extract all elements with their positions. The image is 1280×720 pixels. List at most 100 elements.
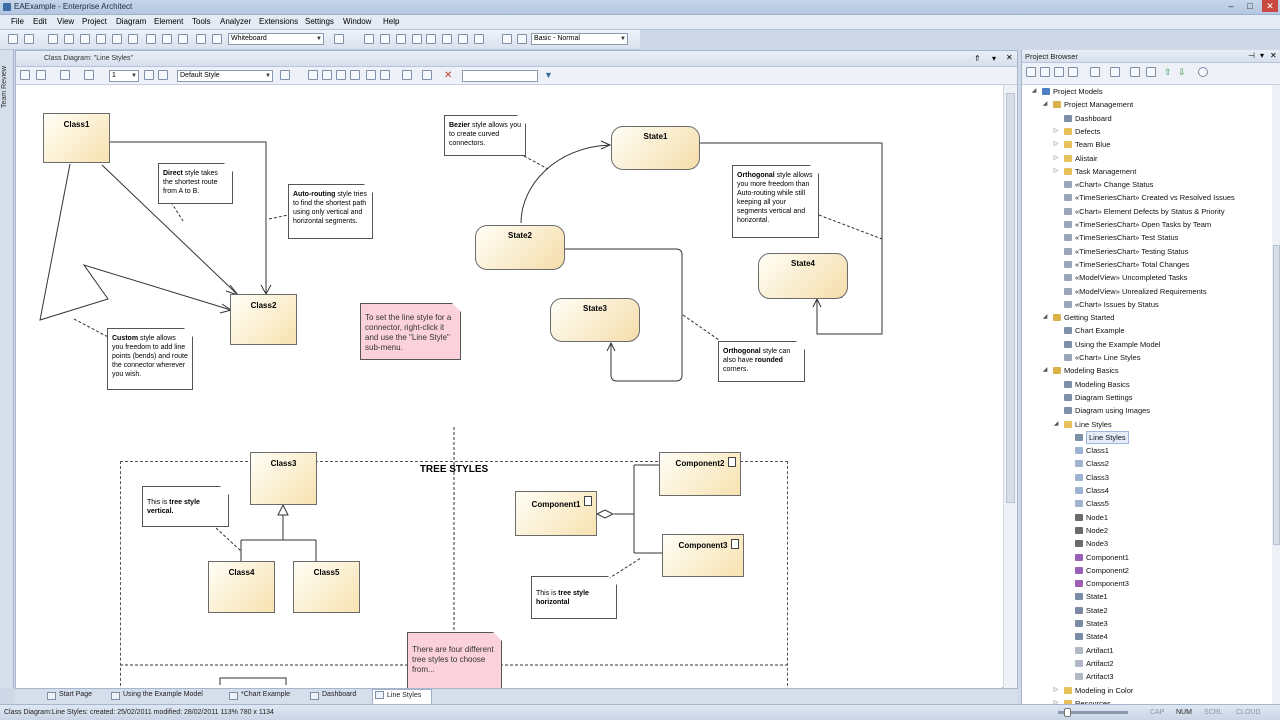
paste-icon[interactable]: [80, 34, 90, 44]
close-button[interactable]: ✕: [1262, 0, 1278, 12]
direct-note[interactable]: Direct style takes the shortest route fr…: [158, 163, 233, 204]
bring-front-icon[interactable]: [366, 70, 376, 80]
dropdown-icon[interactable]: ▾: [992, 54, 996, 63]
tree-item[interactable]: Node2: [1022, 524, 1272, 537]
tree-item[interactable]: «TimeSeriesChart» Test Status: [1022, 231, 1272, 244]
tree-item[interactable]: ◢ Line Styles: [1022, 418, 1272, 431]
filter-input[interactable]: [462, 70, 538, 82]
tree-item[interactable]: ▷ Defects: [1022, 125, 1272, 138]
tree-item[interactable]: ▷ Modeling in Color: [1022, 684, 1272, 697]
line-color-icon[interactable]: [84, 70, 94, 80]
tree-styles-tip-note[interactable]: There are four different tree styles to …: [407, 632, 502, 688]
tab-chart-example[interactable]: *Chart Example: [227, 691, 290, 700]
notes-icon[interactable]: [396, 34, 406, 44]
tree-item[interactable]: ▷ Resources: [1022, 697, 1272, 704]
expander-icon[interactable]: ▷: [1052, 684, 1060, 697]
menu-view[interactable]: View: [57, 17, 74, 26]
globe-icon[interactable]: [334, 34, 344, 44]
delete-icon[interactable]: [128, 34, 138, 44]
print-preview-icon[interactable]: [162, 34, 172, 44]
apply-style-icon[interactable]: [280, 70, 290, 80]
pen-icon[interactable]: [474, 34, 484, 44]
new-element-icon[interactable]: [1068, 67, 1078, 77]
tab-line-styles[interactable]: Line Styles: [372, 689, 432, 704]
send-back-icon[interactable]: [380, 70, 390, 80]
bezier-note[interactable]: Bezier style allows you to create curved…: [444, 115, 526, 156]
rounded-note[interactable]: Orthogonal style can also have rounded c…: [718, 341, 805, 382]
dropdown-icon[interactable]: ▾: [1260, 51, 1264, 60]
tab-dashboard[interactable]: Dashboard: [308, 691, 356, 700]
tree-item[interactable]: ▷ Task Management: [1022, 165, 1272, 178]
close-diagram-icon[interactable]: ✕: [1006, 53, 1013, 62]
tree-item[interactable]: Diagram using Images: [1022, 404, 1272, 417]
tree-item[interactable]: State2: [1022, 604, 1272, 617]
undo-icon[interactable]: [96, 34, 106, 44]
properties-icon[interactable]: [380, 34, 390, 44]
find-icon[interactable]: [146, 34, 156, 44]
delete-element-icon[interactable]: ✕: [444, 70, 452, 81]
tree-item[interactable]: Dashboard: [1022, 112, 1272, 125]
cut-icon[interactable]: [48, 34, 58, 44]
expander-icon[interactable]: ▷: [1052, 697, 1060, 704]
expander-icon[interactable]: ◢: [1041, 98, 1049, 111]
zoom-slider-thumb[interactable]: [1064, 708, 1071, 717]
tree-item[interactable]: Class4: [1022, 484, 1272, 497]
tree-item[interactable]: Artifact1: [1022, 644, 1272, 657]
window-icon[interactable]: [502, 34, 512, 44]
collapse-icon[interactable]: ⇑: [974, 54, 981, 63]
tree-item[interactable]: ◢ Getting Started: [1022, 311, 1272, 324]
search-icon[interactable]: [1090, 67, 1100, 77]
tree-item[interactable]: Component2: [1022, 564, 1272, 577]
tree-item[interactable]: Class3: [1022, 471, 1272, 484]
filter-icon[interactable]: ▼: [544, 70, 553, 80]
workspace-icon[interactable]: [517, 34, 527, 44]
menu-edit[interactable]: Edit: [33, 17, 47, 26]
tree-item[interactable]: «TimeSeriesChart» Total Changes: [1022, 258, 1272, 271]
new-package-icon[interactable]: [1040, 67, 1050, 77]
text-icon[interactable]: [412, 34, 422, 44]
expander-icon[interactable]: ▷: [1052, 152, 1060, 165]
tree-vertical-note[interactable]: This is tree style vertical.: [142, 486, 229, 527]
search-icon[interactable]: [196, 34, 206, 44]
expander-icon[interactable]: ◢: [1030, 85, 1038, 98]
tree-item[interactable]: State1: [1022, 590, 1272, 603]
align-center-icon[interactable]: [322, 70, 332, 80]
menu-extensions[interactable]: Extensions: [259, 17, 298, 26]
tree-item[interactable]: ▷ Team Blue: [1022, 138, 1272, 151]
menu-help[interactable]: Help: [383, 17, 399, 26]
new-icon[interactable]: [8, 34, 18, 44]
tree-item[interactable]: «TimeSeriesChart» Testing Status: [1022, 245, 1272, 258]
tree-item[interactable]: Class2: [1022, 457, 1272, 470]
tree-item[interactable]: Node1: [1022, 511, 1272, 524]
expander-icon[interactable]: ▷: [1052, 165, 1060, 178]
tree-item[interactable]: «ModelView» Uncompleted Tasks: [1022, 271, 1272, 284]
scrollbar-thumb[interactable]: [1006, 93, 1015, 503]
tree-item[interactable]: Artifact2: [1022, 657, 1272, 670]
class3-element[interactable]: Class3: [250, 452, 317, 505]
tree-horizontal-note[interactable]: This is tree style horizontal: [531, 576, 617, 619]
tree-item[interactable]: Component3: [1022, 577, 1272, 590]
new-model-icon[interactable]: [1026, 67, 1036, 77]
browser-scrollbar[interactable]: [1272, 85, 1280, 704]
class1-element[interactable]: Class1: [43, 113, 110, 163]
layout-icon[interactable]: [364, 34, 374, 44]
settings-icon[interactable]: [212, 34, 222, 44]
menu-file[interactable]: File: [11, 17, 24, 26]
font-icon[interactable]: [20, 70, 30, 80]
expander-icon[interactable]: ◢: [1041, 364, 1049, 377]
same-size-icon[interactable]: [350, 70, 360, 80]
menu-tools[interactable]: Tools: [192, 17, 211, 26]
filter-icon[interactable]: [1146, 67, 1156, 77]
pencil-icon[interactable]: [158, 70, 168, 80]
class5-element[interactable]: Class5: [293, 561, 360, 613]
component2-element[interactable]: Component2: [659, 452, 741, 496]
new-diagram-icon[interactable]: [1054, 67, 1064, 77]
format-painter-icon[interactable]: [144, 70, 154, 80]
open-icon[interactable]: [24, 34, 34, 44]
copy-icon[interactable]: [64, 34, 74, 44]
component1-element[interactable]: Component1: [515, 491, 597, 536]
team-review-strip[interactable]: Team Review: [0, 50, 14, 688]
tree-item[interactable]: Class5: [1022, 497, 1272, 510]
tree-item[interactable]: «Chart» Issues by Status: [1022, 298, 1272, 311]
class4-element[interactable]: Class4: [208, 561, 275, 613]
